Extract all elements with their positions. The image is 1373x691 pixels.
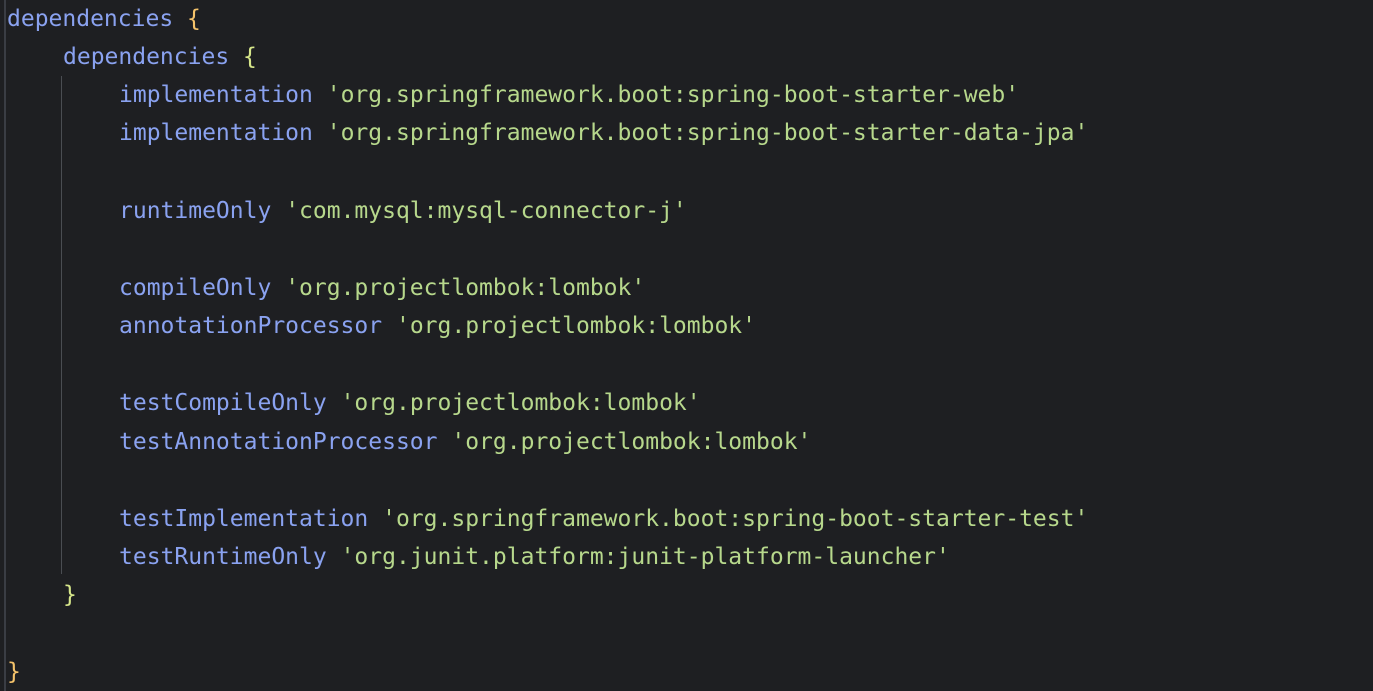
editor-left-gutter-bar (4, 0, 6, 691)
code-line-impl-data-jpa[interactable]: implementation 'org.springframework.boot… (119, 114, 1088, 152)
keyword: implementation (119, 120, 313, 146)
code-line-test-annotation-lombok[interactable]: testAnnotationProcessor 'org.projectlomb… (119, 423, 811, 461)
string-literal: 'com.mysql:mysql-connector-j' (285, 198, 687, 224)
close-brace: } (7, 659, 21, 685)
code-editor[interactable]: dependencies { dependencies { implementa… (0, 0, 1373, 691)
code-line-inner-dependencies[interactable]: dependencies { (63, 38, 257, 76)
code-line-outer-dependencies[interactable]: dependencies { (7, 0, 201, 38)
open-brace: { (187, 6, 201, 32)
string-literal: 'org.projectlombok:lombok' (451, 429, 812, 455)
string-literal: 'org.projectlombok:lombok' (285, 275, 646, 301)
keyword: testAnnotationProcessor (119, 429, 438, 455)
string-literal: 'org.springframework.boot:spring-boot-st… (326, 82, 1020, 108)
open-brace: { (243, 44, 257, 70)
string-literal: 'org.springframework.boot:spring-boot-st… (326, 120, 1089, 146)
string-literal: 'org.springframework.boot:spring-boot-st… (382, 506, 1089, 532)
keyword: testCompileOnly (119, 390, 327, 416)
code-line-annotation-lombok[interactable]: annotationProcessor 'org.projectlombok:l… (119, 307, 756, 345)
code-line-test-runtime-junit[interactable]: testRuntimeOnly 'org.junit.platform:juni… (119, 538, 950, 576)
keyword: runtimeOnly (119, 198, 272, 224)
keyword: compileOnly (119, 275, 272, 301)
code-line-runtime-mysql[interactable]: runtimeOnly 'com.mysql:mysql-connector-j… (119, 192, 687, 230)
keyword: testRuntimeOnly (119, 544, 327, 570)
close-brace: } (63, 582, 77, 608)
keyword: dependencies (7, 6, 174, 32)
keyword: implementation (119, 82, 313, 108)
keyword: testImplementation (119, 506, 369, 532)
code-line-inner-close[interactable]: } (63, 576, 77, 614)
code-line-impl-web[interactable]: implementation 'org.springframework.boot… (119, 76, 1019, 114)
code-line-compile-lombok[interactable]: compileOnly 'org.projectlombok:lombok' (119, 269, 645, 307)
string-literal: 'org.projectlombok:lombok' (340, 390, 701, 416)
code-line-outer-close[interactable]: } (7, 653, 21, 691)
keyword: annotationProcessor (119, 313, 383, 339)
code-line-test-impl-starter-test[interactable]: testImplementation 'org.springframework.… (119, 500, 1088, 538)
code-line-test-compile-lombok[interactable]: testCompileOnly 'org.projectlombok:lombo… (119, 384, 701, 422)
indent-guide (61, 76, 62, 574)
string-literal: 'org.junit.platform:junit-platform-launc… (340, 544, 950, 570)
string-literal: 'org.projectlombok:lombok' (395, 313, 756, 339)
keyword: dependencies (63, 44, 230, 70)
